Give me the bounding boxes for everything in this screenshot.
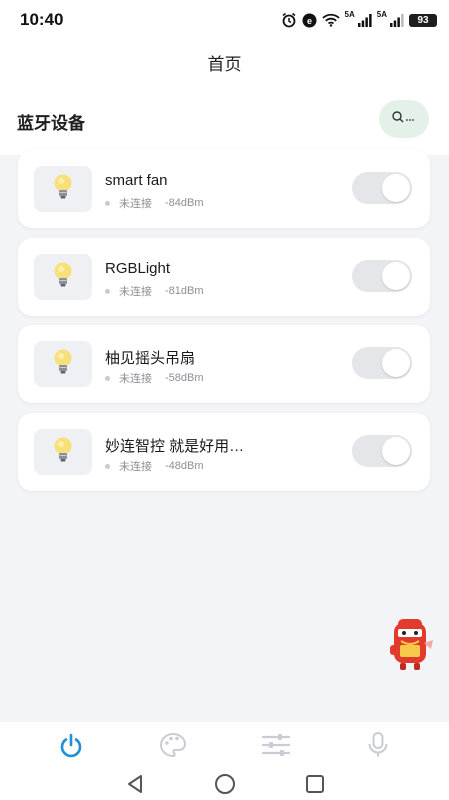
- page-title: 首页: [207, 55, 242, 74]
- nav-back-button[interactable]: [120, 774, 150, 798]
- connection-status: 未连接: [119, 198, 152, 210]
- connect-toggle[interactable]: [352, 435, 412, 467]
- device-icon-box: [34, 429, 92, 475]
- bulb-icon: [52, 173, 74, 206]
- toggle-knob: [382, 349, 410, 377]
- device-icon-box: [34, 166, 92, 212]
- nav-home-button[interactable]: [210, 773, 240, 800]
- device-status-row: 未连接 -58dBm: [105, 370, 204, 386]
- device-name: 妙连智控 就是好用…: [105, 438, 245, 455]
- device-status-row: 未连接 -48dBm: [105, 458, 204, 474]
- recents-square-icon: [305, 774, 325, 799]
- scan-button[interactable]: [379, 100, 429, 138]
- bulb-icon: [52, 348, 74, 381]
- toggle-knob: [382, 174, 410, 202]
- section-title: 蓝牙设备: [17, 114, 85, 133]
- bottom-tab-bar: [0, 722, 449, 772]
- home-circle-icon: [214, 773, 236, 800]
- tab-settings[interactable]: [246, 727, 306, 767]
- tab-voice[interactable]: [348, 727, 408, 767]
- bulb-icon: [52, 436, 74, 469]
- bluetooth-section-header: 蓝牙设备: [0, 85, 449, 155]
- status-dot: [105, 375, 110, 381]
- signal-strength: -48dBm: [165, 460, 204, 472]
- microphone-icon: [366, 731, 390, 764]
- device-icon-box: [34, 341, 92, 387]
- status-dot: [105, 288, 110, 294]
- system-nav-bar: [0, 772, 449, 800]
- device-card[interactable]: smart fan 未连接 -84dBm: [18, 150, 430, 228]
- power-icon: [57, 731, 85, 764]
- status-dot: [105, 200, 110, 206]
- back-triangle-icon: [126, 774, 144, 799]
- toggle-knob: [382, 437, 410, 465]
- app-header: 首页: [0, 40, 449, 85]
- svg-text:e: e: [307, 16, 312, 26]
- signal-icon: [390, 13, 404, 27]
- signal-strength: -84dBm: [165, 197, 204, 209]
- palette-icon: [158, 731, 188, 764]
- tab-palette[interactable]: [143, 727, 203, 767]
- device-name: RGBLight: [105, 260, 171, 277]
- nav-recents-button[interactable]: [300, 774, 330, 798]
- signal-strength: -58dBm: [165, 372, 204, 384]
- status-icons: e 5A 5A 93: [281, 10, 437, 28]
- toggle-knob: [382, 262, 410, 290]
- device-status-row: 未连接 -81dBm: [105, 283, 204, 299]
- status-dot: [105, 463, 110, 469]
- app-notification-icon: e: [302, 13, 317, 28]
- bulb-icon: [52, 261, 74, 294]
- connection-status: 未连接: [119, 461, 152, 473]
- status-time: 10:40: [20, 10, 64, 29]
- device-name: smart fan: [105, 172, 168, 189]
- signal-icon: [357, 13, 372, 27]
- connect-toggle[interactable]: [352, 172, 412, 204]
- floating-mascot-icon[interactable]: [384, 615, 436, 673]
- signal-strength: -81dBm: [165, 285, 204, 297]
- alarm-icon: [281, 12, 297, 28]
- network-type-label-1: 5A: [344, 10, 355, 19]
- connect-toggle[interactable]: [352, 347, 412, 379]
- device-card[interactable]: RGBLight 未连接 -81dBm: [18, 238, 430, 316]
- sliders-icon: [261, 732, 291, 763]
- device-name: 柚见摇头吊扇: [105, 350, 196, 367]
- battery-indicator: 93: [409, 13, 437, 27]
- device-status-row: 未连接 -84dBm: [105, 195, 204, 211]
- device-icon-box: [34, 254, 92, 300]
- device-card[interactable]: 妙连智控 就是好用… 未连接 -48dBm: [18, 413, 430, 491]
- wifi-icon: [321, 13, 340, 27]
- tab-power[interactable]: [41, 727, 101, 767]
- device-card[interactable]: 柚见摇头吊扇 未连接 -58dBm: [18, 325, 430, 403]
- network-type-label-2: 5A: [376, 10, 387, 19]
- search-icon: [391, 110, 417, 129]
- status-bar: 10:40 e 5A 5A 93: [0, 0, 449, 40]
- connect-toggle[interactable]: [352, 260, 412, 292]
- connection-status: 未连接: [119, 286, 152, 298]
- connection-status: 未连接: [119, 373, 152, 385]
